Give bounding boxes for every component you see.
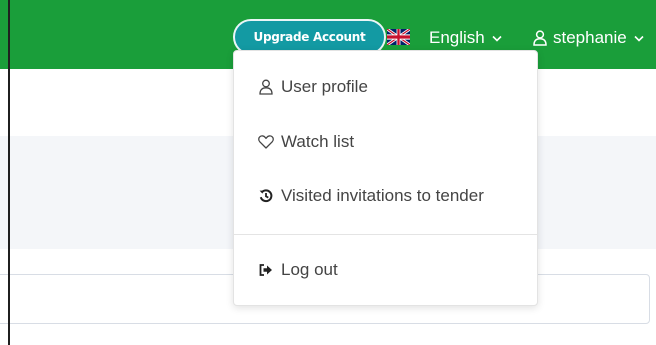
history-icon (258, 188, 274, 204)
language-selector[interactable]: English (429, 28, 502, 48)
chevron-down-icon (634, 35, 644, 42)
heart-icon (258, 134, 274, 150)
uk-flag-icon[interactable] (387, 29, 410, 45)
menu-item-visited-invitations[interactable]: Visited invitations to tender (258, 186, 484, 206)
user-icon (533, 30, 547, 46)
chevron-down-icon (492, 35, 502, 42)
logout-icon (258, 262, 274, 278)
menu-item-label: User profile (281, 77, 368, 96)
menu-item-log-out[interactable]: Log out (258, 260, 338, 280)
user-dropdown-menu: User profile Watch list Visited invitati… (233, 50, 538, 306)
menu-item-watch-list[interactable]: Watch list (258, 132, 354, 152)
window-border (8, 0, 10, 345)
user-menu-toggle[interactable]: stephanie (533, 28, 644, 48)
menu-item-user-profile[interactable]: User profile (258, 77, 368, 97)
menu-divider (234, 234, 537, 235)
language-label: English (429, 28, 485, 47)
menu-item-label: Watch list (281, 132, 355, 151)
menu-item-label: Visited invitations to tender (281, 186, 484, 205)
username-label: stephanie (553, 28, 627, 47)
menu-item-label: Log out (281, 260, 338, 279)
user-icon (258, 79, 274, 95)
